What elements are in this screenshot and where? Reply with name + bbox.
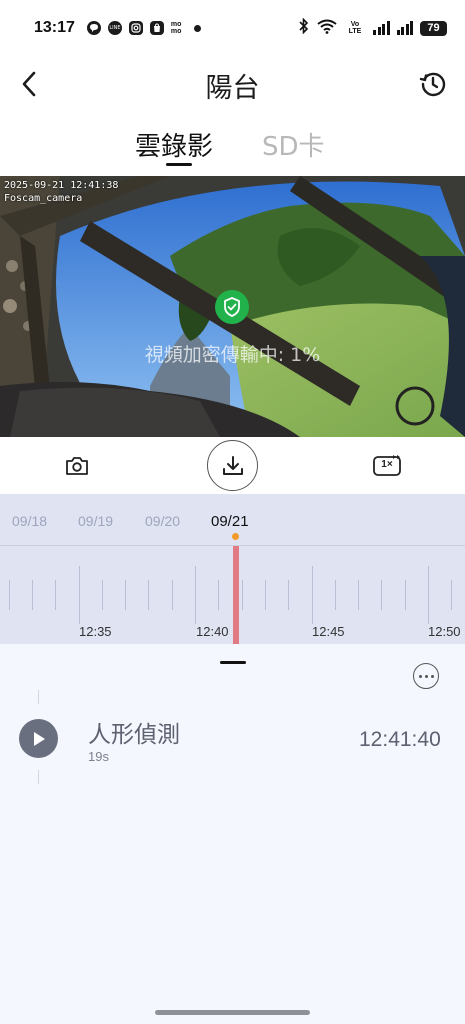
timeline-minor-tick: [218, 580, 219, 610]
date-item[interactable]: 09/19: [78, 513, 113, 529]
timeline-minor-tick: [102, 580, 103, 610]
event-duration: 19s: [88, 749, 109, 764]
camera-name: Foscam_camera: [4, 193, 83, 204]
shield-check-icon: [215, 290, 249, 324]
status-time: 13:17: [34, 19, 75, 36]
timeline-minor-tick: [265, 580, 266, 610]
timeline-minor-tick: [32, 580, 33, 610]
status-system-icons: Vo LTE 79: [298, 17, 447, 38]
momo-icon: mo mo: [170, 21, 182, 35]
page: 13:17 LINE mo mo Vo LTE 79 陽台 雲錄影 SD卡 20…: [0, 0, 465, 1024]
line-app-icon: LINE: [107, 21, 122, 35]
timeline-minor-tick: [451, 580, 452, 610]
timeline-major-tick: [79, 566, 80, 624]
battery-indicator: 79: [420, 20, 447, 36]
event-play-button[interactable]: [19, 719, 58, 758]
time-label: 12:40: [196, 624, 229, 639]
timeline-minor-tick: [55, 580, 56, 610]
event-type: 人形偵測: [88, 722, 180, 748]
timeline-minor-tick: [358, 580, 359, 610]
event-list-item[interactable]: 人形偵測 19s 12:41:40: [0, 706, 465, 776]
timeline-minor-tick: [405, 580, 406, 610]
timeline-major-tick: [195, 566, 196, 624]
tab-active-indicator: [166, 163, 192, 166]
playback-controls: 1×: [0, 437, 465, 494]
page-title: 陽台: [205, 73, 260, 104]
history-button[interactable]: [413, 62, 453, 106]
header: 陽台: [0, 56, 465, 112]
volte-icon: Vo LTE: [348, 21, 362, 35]
timeline-minor-tick: [125, 580, 126, 610]
timeline-minor-tick: [9, 580, 10, 610]
play-icon: [33, 731, 45, 746]
wifi-icon: [317, 19, 337, 38]
event-time: 12:41:40: [359, 728, 441, 751]
download-icon: [222, 455, 243, 475]
timeline-connector: [38, 690, 39, 704]
encryption-status-text: 視頻加密傳輸中: 1%: [144, 344, 321, 366]
signal-icon: [373, 21, 390, 35]
instagram-icon: [128, 21, 143, 35]
snapshot-button[interactable]: [60, 451, 94, 481]
more-dot: [418, 674, 422, 678]
date-selector: 09/18 09/19 09/20 09/21: [0, 494, 465, 546]
timeline-minor-tick: [288, 580, 289, 610]
signal-icon-2: [396, 21, 413, 35]
notification-dot-icon: [193, 24, 201, 32]
recording-tabs: 雲錄影 SD卡: [0, 122, 465, 172]
timeline-major-tick: [312, 566, 313, 624]
time-label: 12:35: [79, 624, 112, 639]
camera-icon: [66, 457, 88, 475]
shopee-icon: [149, 21, 164, 35]
timeline-minor-tick: [381, 580, 382, 610]
status-bar: 13:17 LINE mo mo Vo LTE 79: [0, 0, 465, 56]
time-label: 12:45: [312, 624, 345, 639]
timeline-minor-tick: [335, 580, 336, 610]
video-timestamp: 2025-09-21 12:41:38: [4, 180, 119, 191]
timeline-minor-tick: [172, 580, 173, 610]
bluetooth-icon: [298, 17, 310, 38]
status-notification-icons: LINE mo mo: [86, 21, 201, 35]
more-dot: [424, 674, 428, 678]
timeline[interactable]: 09/18 09/19 09/20 09/21 12:35 12:40 12:4…: [0, 494, 465, 644]
date-item-selected[interactable]: 09/21: [211, 513, 249, 530]
playback-speed-button[interactable]: 1×: [370, 451, 404, 481]
history-clock-icon: [419, 72, 446, 97]
tab-cloud-recording[interactable]: 雲錄影: [135, 126, 213, 163]
download-button[interactable]: [207, 440, 258, 491]
selected-date-marker: [232, 533, 239, 540]
timeline-minor-tick: [148, 580, 149, 610]
date-item[interactable]: 09/18: [12, 513, 47, 529]
speech-bubble-icon: [86, 21, 101, 35]
more-options-button[interactable]: [413, 663, 439, 689]
drag-handle[interactable]: [220, 661, 246, 664]
tab-sd-card[interactable]: SD卡: [262, 126, 325, 163]
timeline-playhead[interactable]: [233, 546, 239, 644]
timeline-major-tick: [428, 566, 429, 624]
home-indicator[interactable]: [155, 1010, 310, 1015]
event-list-panel: 人形偵測 19s 12:41:40: [0, 644, 465, 1024]
more-dot: [430, 674, 434, 678]
date-item[interactable]: 09/20: [145, 513, 180, 529]
timeline-minor-tick: [242, 580, 243, 610]
time-label: 12:50: [428, 624, 461, 639]
playback-speed-label: 1×: [381, 459, 393, 470]
